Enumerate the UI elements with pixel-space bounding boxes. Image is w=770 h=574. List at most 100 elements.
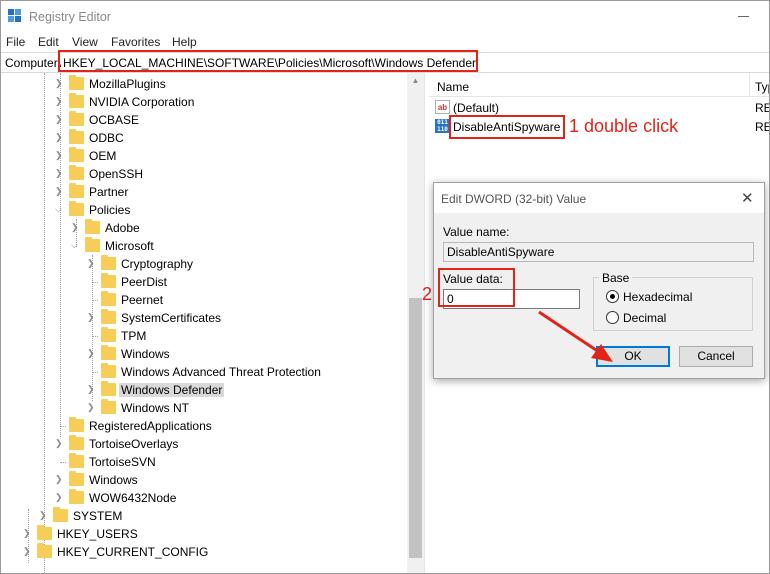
tree-connector — [92, 372, 98, 373]
tree-item[interactable]: ❯ Windows — [1, 345, 405, 363]
chevron-right-icon[interactable]: ❯ — [71, 223, 79, 232]
folder-icon — [37, 543, 52, 558]
tree-item[interactable]: ❯ OCBASE — [1, 111, 405, 129]
step1-annotation: 1 double click — [569, 116, 679, 136]
tree-item[interactable]: ❯ Cryptography — [1, 255, 405, 273]
chevron-right-icon[interactable]: ❯ — [87, 349, 95, 358]
tree-item[interactable]: ❯ ODBC — [1, 129, 405, 147]
tree-item-label: Partner — [89, 185, 129, 199]
value-name-label: Value name: — [443, 225, 510, 239]
value-type: RE — [755, 101, 769, 115]
scroll-thumb[interactable] — [409, 298, 422, 558]
registry-tree: ❯ MozillaPlugins ❯ NVIDIA Corporation ❯ OCB… — [1, 73, 407, 573]
tree-item[interactable]: ❯ NVIDIA Corporation — [1, 93, 405, 111]
column-divider[interactable] — [749, 73, 750, 97]
registry-editor-icon — [8, 9, 24, 25]
value-name: (Default) — [453, 101, 500, 115]
chevron-down-icon[interactable]: ⌵ — [71, 241, 79, 250]
tree-item[interactable]: Peernet — [1, 291, 405, 309]
chevron-right-icon[interactable]: ❯ — [55, 187, 63, 196]
tree-item-label: PeerDist — [121, 275, 168, 289]
tree-item-label: ODBC — [89, 131, 124, 145]
value-name-field[interactable]: DisableAntiSpyware — [443, 242, 754, 262]
tree-item[interactable]: ❯ Windows — [1, 471, 405, 489]
column-name-header[interactable]: Name — [437, 80, 469, 94]
folder-icon — [69, 75, 84, 90]
tree-item-label: Microsoft — [105, 239, 154, 253]
chevron-right-icon[interactable]: ❯ — [87, 313, 95, 322]
chevron-right-icon[interactable]: ❯ — [55, 475, 63, 484]
tree-item[interactable]: ❯ Partner — [1, 183, 405, 201]
tree-item-label: OEM — [89, 149, 117, 163]
close-icon[interactable]: ✕ — [741, 189, 754, 207]
menu-view[interactable]: View — [72, 35, 98, 49]
address-prefix: Computer\ — [5, 56, 62, 70]
folder-icon — [69, 453, 84, 468]
menu-favorites[interactable]: Favorites — [111, 35, 160, 49]
tree-item[interactable]: ❯ Windows NT — [1, 399, 405, 417]
chevron-down-icon[interactable]: ⌵ — [55, 205, 63, 214]
tree-item[interactable]: ❯ OEM — [1, 147, 405, 165]
chevron-right-icon[interactable]: ❯ — [55, 151, 63, 160]
folder-icon — [53, 507, 68, 522]
tree-item[interactable]: RegisteredApplications — [1, 417, 405, 435]
chevron-right-icon[interactable]: ❯ — [55, 439, 63, 448]
column-type-header[interactable]: Typ — [755, 80, 769, 94]
chevron-right-icon[interactable]: ❯ — [87, 385, 95, 394]
hexadecimal-radio[interactable] — [606, 290, 619, 303]
menu-edit[interactable]: Edit — [38, 35, 59, 49]
value-data-highlight-box — [438, 268, 515, 307]
tree-item-label: Windows NT — [121, 401, 190, 415]
chevron-right-icon[interactable]: ❯ — [55, 133, 63, 142]
tree-item[interactable]: Windows Advanced Threat Protection — [1, 363, 405, 381]
tree-connector — [92, 300, 98, 301]
folder-icon — [69, 165, 84, 180]
chevron-right-icon[interactable]: ❯ — [55, 493, 63, 502]
chevron-right-icon[interactable]: ❯ — [39, 511, 47, 520]
menu-help[interactable]: Help — [172, 35, 197, 49]
folder-icon — [101, 309, 116, 324]
folder-icon — [69, 129, 84, 144]
menu-file[interactable]: File — [6, 35, 25, 49]
chevron-right-icon[interactable]: ❯ — [55, 79, 63, 88]
tree-item-windows-defender[interactable]: ❯ Windows Defender — [1, 381, 405, 399]
chevron-right-icon[interactable]: ❯ — [23, 547, 31, 556]
cancel-button[interactable]: Cancel — [679, 346, 753, 367]
tree-item[interactable]: ❯ WOW6432Node — [1, 489, 405, 507]
tree-item[interactable]: ❯ SYSTEM — [1, 507, 405, 525]
tree-item[interactable]: ❯ MozillaPlugins — [1, 75, 405, 93]
chevron-right-icon[interactable]: ❯ — [55, 115, 63, 124]
decimal-label[interactable]: Decimal — [623, 311, 666, 325]
tree-item[interactable]: ❯ OpenSSH — [1, 165, 405, 183]
chevron-right-icon[interactable]: ❯ — [23, 529, 31, 538]
tree-item[interactable]: TPM — [1, 327, 405, 345]
dialog-title-bar: Edit DWORD (32-bit) Value ✕ — [434, 183, 764, 213]
scroll-up-icon[interactable]: ▲ — [407, 75, 424, 87]
tree-item-label: MozillaPlugins — [89, 77, 166, 91]
tree-connector — [60, 462, 66, 463]
chevron-right-icon[interactable]: ❯ — [87, 403, 95, 412]
step2-annotation: 2 — [422, 284, 433, 304]
folder-icon — [69, 489, 84, 504]
tree-scrollbar[interactable]: ▲ — [407, 73, 424, 573]
chevron-right-icon[interactable]: ❯ — [87, 259, 95, 268]
folder-icon — [69, 93, 84, 108]
tree-item[interactable]: PeerDist — [1, 273, 405, 291]
tree-connector — [92, 282, 98, 283]
tree-item[interactable]: ❯ HKEY_USERS — [1, 525, 405, 543]
minimize-button[interactable] — [738, 16, 749, 17]
tree-item[interactable]: ❯ TortoiseOverlays — [1, 435, 405, 453]
registry-editor-window: Registry Editor File Edit View Favorites… — [0, 0, 770, 574]
chevron-right-icon[interactable]: ❯ — [55, 97, 63, 106]
tree-item[interactable]: ❯ HKEY_CURRENT_CONFIG — [1, 543, 405, 561]
chevron-right-icon[interactable]: ❯ — [55, 169, 63, 178]
tree-item[interactable]: ❯ Adobe — [1, 219, 405, 237]
tree-item-microsoft[interactable]: ⌵ Microsoft — [1, 237, 405, 255]
tree-item-policies[interactable]: ⌵ Policies — [1, 201, 405, 219]
tree-item-label: Policies — [89, 203, 131, 217]
tree-item[interactable]: TortoiseSVN — [1, 453, 405, 471]
folder-icon — [69, 471, 84, 486]
hexadecimal-label[interactable]: Hexadecimal — [623, 290, 692, 304]
tree-item[interactable]: ❯ SystemCertificates — [1, 309, 405, 327]
tree-item-label: RegisteredApplications — [89, 419, 212, 433]
